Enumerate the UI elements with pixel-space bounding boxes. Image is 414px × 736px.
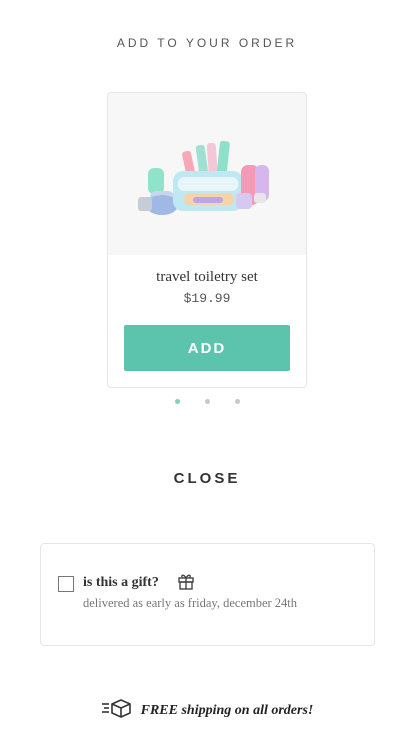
shipping-text: FREE shipping on all orders! xyxy=(140,702,314,718)
carousel-dot-3[interactable] xyxy=(234,399,240,404)
shipping-banner: FREE shipping on all orders! xyxy=(0,698,414,723)
product-image[interactable] xyxy=(108,93,306,255)
product-name: travel toiletry set xyxy=(156,269,258,285)
gift-icon xyxy=(177,572,195,595)
product-card: travel toiletry set $19.99 ADD xyxy=(107,92,307,388)
modal-title: ADD TO YOUR ORDER xyxy=(116,36,298,50)
carousel-dot-2[interactable] xyxy=(204,399,210,404)
gift-delivery-date: delivered as early as friday, december 2… xyxy=(83,596,298,610)
product-price: $19.99 xyxy=(183,291,231,306)
close-button[interactable]: CLOSE xyxy=(0,470,414,487)
carousel-dots xyxy=(0,399,414,404)
add-button[interactable]: ADD xyxy=(124,325,290,371)
fast-shipping-box-icon xyxy=(101,698,133,723)
toiletry-set-image xyxy=(138,140,269,215)
gift-title: is this a gift? xyxy=(83,575,159,590)
gift-option-box: is this a gift? delivered as early as fr… xyxy=(40,543,375,646)
carousel-dot-1[interactable] xyxy=(174,399,180,404)
gift-checkbox[interactable] xyxy=(58,576,74,592)
